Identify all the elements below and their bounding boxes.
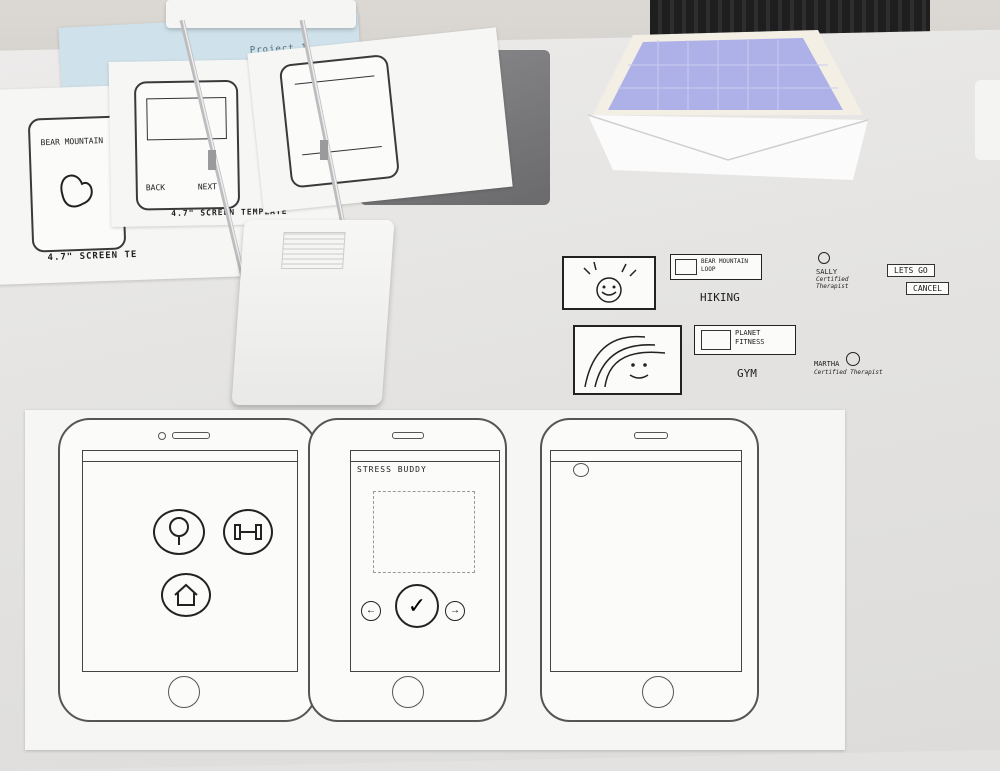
card-title: PLANET FITNESS [735,329,765,346]
speaker-slot [172,432,210,439]
sketch-text: BEAR MOUNTAIN [40,136,104,148]
therapist-name: SALLY [816,268,838,276]
home-hardware-button [642,676,674,708]
status-bar [83,451,297,462]
therapist-sally[interactable]: SALLY Certified Therapist [788,252,873,290]
card-title: BEAR MOUNTAIN LOOP [701,258,748,273]
photo-card-sunrise [562,256,656,310]
home-hardware-button [392,676,424,708]
image-placeholder [373,491,475,573]
confirm-button[interactable]: ✓ [395,584,439,628]
therapist-martha[interactable]: MARTHA Certified Therapist [810,350,900,380]
phone-sketch-2: STRESS BUDDY ← ✓ → [308,418,507,722]
therapist-name: MARTHA [814,360,840,368]
card-caption-gym: GYM [737,367,757,380]
phone-sketch-1 [58,418,317,722]
app-title: STRESS BUDDY [357,465,427,474]
smiley-hair-icon [584,335,666,388]
arrow-left-icon: ← [366,605,376,616]
sketch-back: BACK [145,183,166,193]
photo-card-face [573,325,682,395]
speaker-slot [392,432,424,439]
lamp-base [231,220,395,405]
tree-button[interactable] [153,509,205,555]
dumbbell-icon [234,524,262,540]
gym-button[interactable] [223,509,273,555]
arrow-right-icon: → [450,605,460,616]
tree-icon [169,517,189,545]
cancel-button[interactable]: CANCEL [906,282,949,295]
card-thumb [675,259,697,275]
therapist-avatar [818,252,830,264]
home-icon [174,583,198,606]
envelope [588,30,869,180]
therapist-role: Certified Therapist [816,276,849,290]
lamp-label [281,232,346,269]
phone-sketch-3 [540,418,759,722]
smiley-sun-icon [583,261,637,303]
previous-button[interactable]: ← [361,601,381,621]
phone-screen [82,450,298,672]
status-bar [351,451,499,462]
activity-card-hiking[interactable]: BEAR MOUNTAIN LOOP [670,254,762,280]
card-caption-hiking: HIKING [700,291,740,304]
home-button[interactable] [161,573,211,617]
speaker-slot [634,432,668,439]
front-camera [158,432,166,440]
screen-template-label: 4.7" SCREEN TE [47,249,138,264]
phone-screen: STRESS BUDDY ← ✓ → [350,450,500,672]
avatar-placeholder-icon [573,463,589,477]
card-thumb [701,330,731,350]
doodle-icon [60,174,93,208]
therapist-avatar [846,352,860,366]
therapist-role: Certified Therapist [814,369,883,376]
white-cylinder [975,80,1000,160]
status-bar [551,451,741,462]
activity-card-gym[interactable]: PLANET FITNESS [694,325,796,355]
next-button[interactable]: → [445,601,465,621]
home-hardware-button [168,676,200,708]
phone-screen [550,450,742,672]
lets-go-button[interactable]: LETS GO [887,264,935,277]
checkmark-icon: ✓ [407,593,427,618]
